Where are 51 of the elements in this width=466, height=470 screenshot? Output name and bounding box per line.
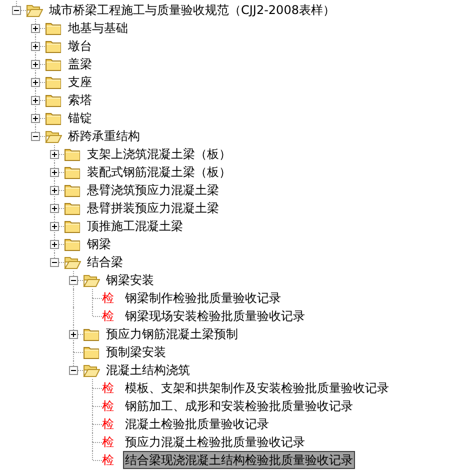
tree-item[interactable]: 结合梁现浇混凝土结构检验批质量验收记录: [123, 451, 355, 469]
expand-toggle[interactable]: [31, 114, 40, 123]
expand-toggle[interactable]: [50, 168, 59, 177]
expand-toggle[interactable]: [50, 186, 59, 195]
expand-toggle[interactable]: [31, 42, 40, 51]
tree-item[interactable]: 装配式钢筋混凝土梁（板）: [85, 163, 233, 181]
tree-item[interactable]: 锚锭: [66, 109, 94, 127]
collapse-toggle[interactable]: [69, 366, 78, 375]
expand-toggle[interactable]: [50, 204, 59, 213]
inspection-marker: 检: [102, 308, 115, 324]
tree-item[interactable]: 城市桥梁工程施工与质量验收规范（CJJ2-2008表样）: [47, 1, 337, 19]
expand-toggle[interactable]: [69, 330, 78, 339]
collapse-toggle[interactable]: [50, 258, 59, 267]
expand-toggle[interactable]: [31, 24, 40, 33]
expand-toggle[interactable]: [50, 240, 59, 249]
inspection-marker: 检: [102, 452, 115, 468]
tree-item[interactable]: 悬臂拼装预应力混凝土梁: [85, 199, 221, 217]
tree-item[interactable]: 钢梁现场安装检验批质量验收记录: [123, 307, 307, 325]
collapse-toggle[interactable]: [12, 6, 21, 15]
tree-item[interactable]: 盖梁: [66, 55, 94, 73]
inspection-marker: 检: [102, 398, 115, 414]
tree-item[interactable]: 预制梁安装: [104, 343, 168, 361]
tree-item[interactable]: 钢梁: [85, 235, 113, 253]
collapse-toggle[interactable]: [31, 132, 40, 141]
expand-toggle[interactable]: [50, 150, 59, 159]
tree-item[interactable]: 钢梁安装: [104, 271, 156, 289]
inspection-marker: 检: [102, 290, 115, 306]
tree-item[interactable]: 墩台: [66, 37, 94, 55]
tree-item[interactable]: 桥跨承重结构: [66, 127, 142, 145]
tree-item[interactable]: 悬臂浇筑预应力混凝土梁: [85, 181, 221, 199]
tree-item[interactable]: 预应力混凝土检验批质量验收记录: [123, 433, 307, 451]
tree-item[interactable]: 钢筋加工、成形和安装检验批质量验收记录: [123, 397, 355, 415]
tree-item[interactable]: 结合梁: [85, 253, 125, 271]
inspection-marker: 检: [102, 434, 115, 450]
tree-item[interactable]: 混凝土结构浇筑: [104, 361, 192, 379]
tree-item[interactable]: 索塔: [66, 91, 94, 109]
tree-item[interactable]: 支架上浇筑混凝土梁（板）: [85, 145, 233, 163]
inspection-marker: 检: [102, 380, 115, 396]
tree-item[interactable]: 钢梁制作检验批质量验收记录: [123, 289, 283, 307]
inspection-marker: 检: [102, 416, 115, 432]
tree-item[interactable]: 顶推施工混凝土梁: [85, 217, 185, 235]
expand-toggle[interactable]: [50, 222, 59, 231]
expand-toggle[interactable]: [31, 78, 40, 87]
tree-item[interactable]: 支座: [66, 73, 94, 91]
expand-toggle[interactable]: [31, 96, 40, 105]
collapse-toggle[interactable]: [69, 276, 78, 285]
tree-item[interactable]: 地基与基础: [66, 19, 130, 37]
expand-toggle[interactable]: [31, 60, 40, 69]
tree-item[interactable]: 混凝土检验批质量验收记录: [123, 415, 271, 433]
tree-item[interactable]: 模板、支架和拱架制作及安装检验批质量验收记录: [123, 379, 391, 397]
tree-item[interactable]: 预应力钢筋混凝土梁预制: [104, 325, 240, 343]
